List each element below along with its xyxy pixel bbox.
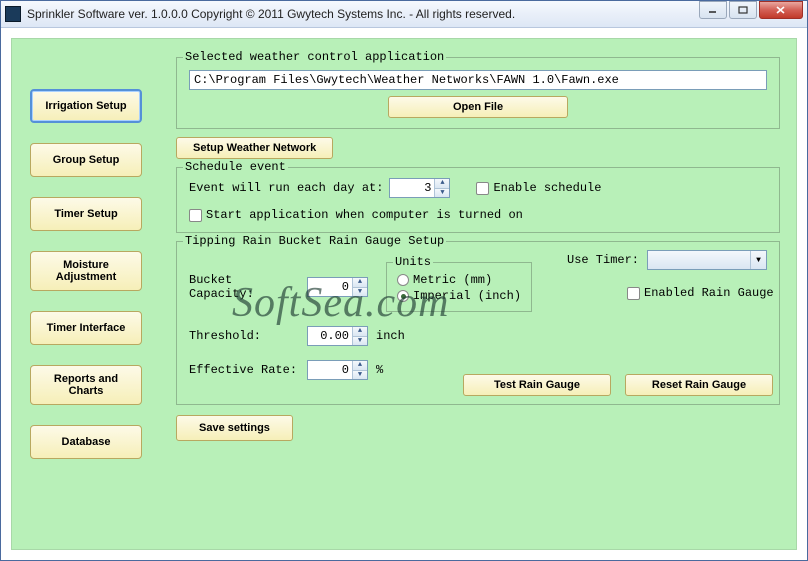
window-title: Sprinkler Software ver. 1.0.0.0 Copyrigh… bbox=[27, 7, 699, 21]
spinner-up-icon[interactable]: ▲ bbox=[353, 361, 367, 371]
schedule-time-spinner[interactable]: ▲ ▼ bbox=[389, 178, 450, 198]
schedule-time-input[interactable] bbox=[390, 179, 434, 197]
test-rain-gauge-button[interactable]: Test Rain Gauge bbox=[463, 374, 611, 396]
minimize-button[interactable] bbox=[699, 1, 727, 19]
start-on-boot-checkbox[interactable]: Start application when computer is turne… bbox=[189, 208, 523, 222]
threshold-label: Threshold: bbox=[189, 329, 299, 343]
bucket-capacity-spinner[interactable]: ▲▼ bbox=[307, 277, 368, 297]
nav-timer-setup[interactable]: Timer Setup bbox=[30, 197, 142, 231]
group-rain-gauge-legend: Tipping Rain Bucket Rain Gauge Setup bbox=[183, 234, 446, 248]
threshold-spinner[interactable]: ▲▼ bbox=[307, 326, 368, 346]
bucket-capacity-label: Bucket Capacity: bbox=[189, 273, 299, 301]
group-schedule-legend: Schedule event bbox=[183, 160, 288, 174]
effective-rate-label: Effective Rate: bbox=[189, 363, 299, 377]
use-timer-label: Use Timer: bbox=[567, 253, 639, 267]
spinner-down-icon[interactable]: ▼ bbox=[353, 371, 367, 380]
spinner-down-icon[interactable]: ▼ bbox=[353, 288, 367, 297]
sidebar: Irrigation Setup Group Setup Timer Setup… bbox=[30, 89, 142, 459]
effective-rate-spinner[interactable]: ▲▼ bbox=[307, 360, 368, 380]
spinner-down-icon[interactable]: ▼ bbox=[435, 189, 449, 198]
effective-rate-input[interactable] bbox=[308, 361, 352, 379]
units-imperial-radio[interactable]: Imperial (inch) bbox=[397, 289, 521, 303]
nav-irrigation-setup[interactable]: Irrigation Setup bbox=[30, 89, 142, 123]
titlebar: Sprinkler Software ver. 1.0.0.0 Copyrigh… bbox=[1, 1, 807, 28]
group-schedule: Schedule event Event will run each day a… bbox=[176, 167, 780, 233]
spinner-down-icon[interactable]: ▼ bbox=[353, 337, 367, 346]
reset-rain-gauge-button[interactable]: Reset Rain Gauge bbox=[625, 374, 773, 396]
bucket-capacity-input[interactable] bbox=[308, 278, 352, 296]
use-timer-dropdown[interactable]: ▼ bbox=[647, 250, 767, 270]
app-path-input[interactable] bbox=[189, 70, 767, 90]
main-panel: Irrigation Setup Group Setup Timer Setup… bbox=[11, 38, 797, 550]
checkbox-icon bbox=[189, 209, 202, 222]
units-legend: Units bbox=[393, 255, 433, 269]
group-rain-gauge: Tipping Rain Bucket Rain Gauge Setup Buc… bbox=[176, 241, 780, 405]
effective-rate-unit: % bbox=[376, 363, 383, 377]
open-file-button[interactable]: Open File bbox=[388, 96, 568, 118]
nav-moisture-adjustment[interactable]: Moisture Adjustment bbox=[30, 251, 142, 291]
checkbox-icon bbox=[476, 182, 489, 195]
units-metric-radio[interactable]: Metric (mm) bbox=[397, 273, 521, 287]
group-app-select: Selected weather control application Ope… bbox=[176, 57, 780, 129]
setup-weather-network-button[interactable]: Setup Weather Network bbox=[176, 137, 333, 159]
spinner-up-icon[interactable]: ▲ bbox=[353, 278, 367, 288]
checkbox-icon bbox=[627, 287, 640, 300]
units-group: Units Metric (mm) Imperial (inch) bbox=[386, 262, 532, 312]
threshold-input[interactable] bbox=[308, 327, 352, 345]
enabled-rain-gauge-checkbox[interactable]: Enabled Rain Gauge bbox=[627, 286, 774, 300]
content-area: Selected weather control application Ope… bbox=[176, 57, 780, 441]
schedule-event-label: Event will run each day at: bbox=[189, 181, 383, 195]
maximize-button[interactable] bbox=[729, 1, 757, 19]
group-app-select-legend: Selected weather control application bbox=[183, 50, 446, 64]
save-settings-button[interactable]: Save settings bbox=[176, 415, 293, 441]
nav-timer-interface[interactable]: Timer Interface bbox=[30, 311, 142, 345]
chevron-down-icon: ▼ bbox=[750, 251, 766, 269]
enable-schedule-checkbox[interactable]: Enable schedule bbox=[476, 181, 601, 195]
client-area: Irrigation Setup Group Setup Timer Setup… bbox=[1, 28, 807, 560]
threshold-unit: inch bbox=[376, 329, 405, 343]
spinner-up-icon[interactable]: ▲ bbox=[435, 179, 449, 189]
nav-group-setup[interactable]: Group Setup bbox=[30, 143, 142, 177]
spinner-up-icon[interactable]: ▲ bbox=[353, 327, 367, 337]
window: Sprinkler Software ver. 1.0.0.0 Copyrigh… bbox=[0, 0, 808, 561]
nav-reports-charts[interactable]: Reports and Charts bbox=[30, 365, 142, 405]
window-controls bbox=[699, 1, 807, 27]
app-icon bbox=[5, 6, 21, 22]
nav-database[interactable]: Database bbox=[30, 425, 142, 459]
close-button[interactable] bbox=[759, 1, 803, 19]
